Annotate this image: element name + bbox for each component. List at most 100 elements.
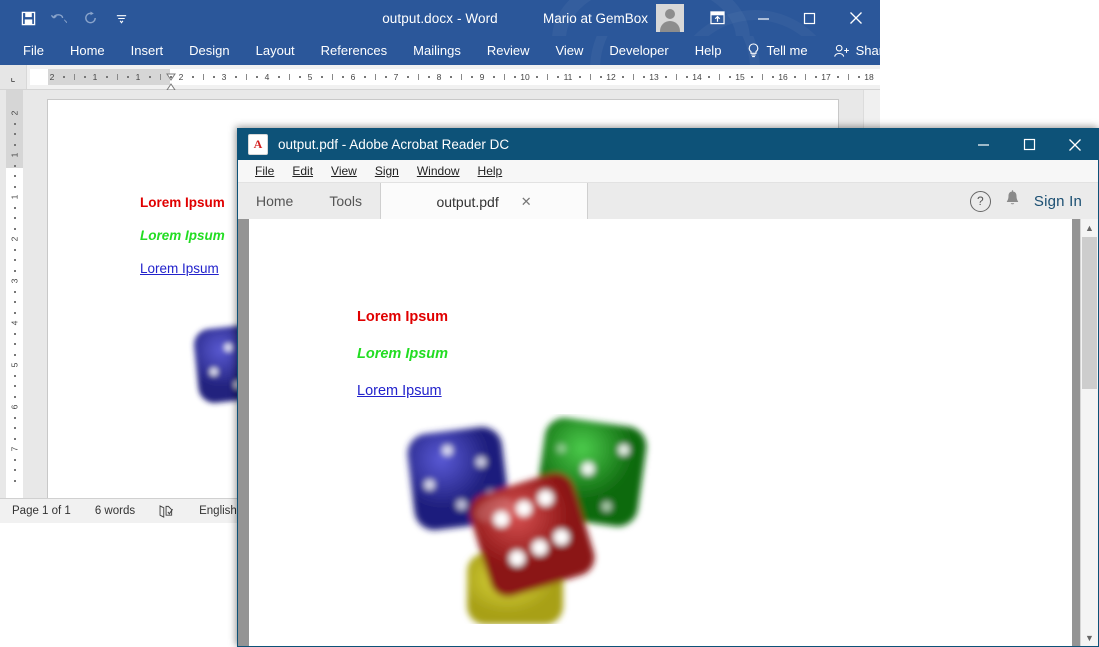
- ruler-minor-tick: [633, 74, 634, 80]
- vruler-minor-tick: [14, 301, 16, 303]
- close-button[interactable]: [832, 0, 880, 36]
- help-question-icon[interactable]: ?: [970, 191, 991, 212]
- menu-help-label: Help: [478, 164, 503, 178]
- hanging-indent-marker[interactable]: [166, 78, 175, 85]
- maximize-button[interactable]: [786, 0, 832, 36]
- ruler-minor-tick: [504, 74, 505, 80]
- vertical-ruler[interactable]: 211234567: [6, 90, 23, 501]
- vruler-tick-7-8: 7: [10, 441, 20, 458]
- menu-window-label: Window: [417, 164, 460, 178]
- acrobat-window-title: output.pdf - Adobe Acrobat Reader DC: [278, 137, 509, 152]
- ruler-minor-tick: [246, 74, 247, 80]
- ribbon-tab-insert[interactable]: Insert: [118, 36, 177, 65]
- word-window-controls: [694, 0, 880, 36]
- close-button[interactable]: [1052, 129, 1098, 160]
- undo-button[interactable]: [45, 5, 73, 31]
- acrobat-window: A output.pdf - Adobe Acrobat Reader DC: [237, 128, 1099, 647]
- minimize-button[interactable]: [960, 129, 1006, 160]
- menu-help[interactable]: Help: [469, 164, 512, 178]
- ruler-minor-tick: [547, 74, 548, 80]
- tab-output-pdf[interactable]: output.pdf ✕: [380, 183, 588, 220]
- ribbon-display-options-button[interactable]: [694, 0, 740, 36]
- notification-bell-icon[interactable]: [1005, 190, 1020, 212]
- vruler-minor-tick: [14, 469, 16, 471]
- ruler-minor-tick: [579, 76, 581, 78]
- ribbon-tab-layout[interactable]: Layout: [243, 36, 308, 65]
- ruler-tick-4-5: 4: [262, 69, 272, 85]
- vruler-minor-tick: [14, 375, 16, 377]
- pdf-page[interactable]: Lorem Ipsum Lorem Ipsum Lorem Ipsum: [249, 219, 1072, 646]
- vruler-minor-tick: [14, 133, 16, 135]
- avatar[interactable]: [656, 4, 684, 32]
- menu-edit[interactable]: Edit: [283, 164, 322, 178]
- vruler-minor-tick: [14, 291, 16, 293]
- ruler-minor-tick: [407, 76, 409, 78]
- ribbon-tab-view[interactable]: View: [542, 36, 596, 65]
- tell-me-button[interactable]: Tell me: [734, 36, 820, 65]
- customize-quick-access-button[interactable]: [107, 5, 135, 31]
- share-button[interactable]: Share: [821, 36, 880, 65]
- ruler-minor-tick: [127, 76, 129, 78]
- ruler-tick-16-17: 16: [778, 69, 788, 85]
- menu-window[interactable]: Window: [408, 164, 469, 178]
- tab-close-icon[interactable]: ✕: [521, 194, 532, 210]
- menu-sign-label: Sign: [375, 164, 399, 178]
- ruler-minor-tick: [170, 76, 172, 78]
- acrobat-menu-bar: File Edit View Sign Window Help: [238, 160, 1098, 183]
- word-ribbon-tabs: File Home Insert Design Layout Reference…: [0, 36, 880, 65]
- pdf-document-text: Lorem Ipsum Lorem Ipsum Lorem Ipsum: [357, 309, 777, 420]
- ruler-tick-10-11: 10: [520, 69, 530, 85]
- acrobat-vertical-scrollbar[interactable]: ▲ ▼: [1080, 219, 1098, 646]
- vruler-minor-tick: [14, 249, 16, 251]
- ruler-minor-tick: [805, 74, 806, 80]
- acrobat-navigation-pane[interactable]: [238, 219, 249, 646]
- tab-stop-selector-button[interactable]: ⌞: [0, 65, 27, 89]
- ruler-minor-tick: [63, 76, 65, 78]
- menu-file[interactable]: File: [246, 164, 283, 178]
- ruler-minor-tick: [848, 74, 849, 80]
- acrobat-tab-bar-right: ? Sign In: [970, 183, 1098, 219]
- status-proofing-icon-wrap[interactable]: [147, 505, 187, 518]
- status-word-count[interactable]: 6 words: [83, 505, 147, 517]
- menu-view-label: View: [331, 164, 357, 178]
- first-line-indent-marker[interactable]: [166, 68, 175, 75]
- vruler-tick-6-7: 6: [10, 399, 20, 416]
- ribbon-tab-references[interactable]: References: [308, 36, 400, 65]
- tab-tools[interactable]: Tools: [311, 183, 380, 219]
- word-account-area[interactable]: Mario at GemBox: [543, 0, 684, 36]
- ruler-minor-tick: [772, 76, 774, 78]
- pdf-text-line-1: Lorem Ipsum: [357, 309, 777, 325]
- ruler-minor-tick: [278, 76, 280, 78]
- maximize-button[interactable]: [1006, 129, 1052, 160]
- minimize-button[interactable]: [740, 0, 786, 36]
- ribbon-tab-developer[interactable]: Developer: [596, 36, 681, 65]
- ruler-minor-tick: [590, 74, 591, 80]
- ribbon-tab-help[interactable]: Help: [682, 36, 735, 65]
- ribbon-tab-mailings[interactable]: Mailings: [400, 36, 474, 65]
- ruler-minor-tick: [321, 76, 323, 78]
- ruler-minor-tick: [762, 74, 763, 80]
- sign-in-button[interactable]: Sign In: [1034, 193, 1082, 210]
- word-title-bar: output.docx - Word Mario at GemBox: [0, 0, 880, 36]
- vruler-minor-tick: [14, 123, 16, 125]
- ruler-minor-tick: [418, 74, 419, 80]
- status-page-number[interactable]: Page 1 of 1: [0, 505, 83, 517]
- scroll-up-button[interactable]: ▲: [1081, 219, 1098, 236]
- ribbon-tab-home[interactable]: Home: [57, 36, 118, 65]
- ruler-minor-tick: [536, 76, 538, 78]
- tell-me-label: Tell me: [766, 43, 807, 58]
- ribbon-tab-design[interactable]: Design: [176, 36, 242, 65]
- menu-view[interactable]: View: [322, 164, 366, 178]
- ribbon-tab-review[interactable]: Review: [474, 36, 543, 65]
- scroll-down-button[interactable]: ▼: [1081, 629, 1098, 646]
- redo-button[interactable]: [76, 5, 104, 31]
- save-button[interactable]: [14, 5, 42, 31]
- pdf-text-line-2: Lorem Ipsum: [357, 346, 777, 362]
- menu-sign[interactable]: Sign: [366, 164, 408, 178]
- tab-home[interactable]: Home: [238, 183, 311, 219]
- scrollbar-thumb[interactable]: [1082, 237, 1097, 389]
- ruler-minor-tick: [751, 76, 753, 78]
- ruler-minor-tick: [665, 76, 667, 78]
- horizontal-ruler[interactable]: 21123456789101112131415161718: [30, 69, 880, 85]
- ribbon-tab-file[interactable]: File: [10, 36, 57, 65]
